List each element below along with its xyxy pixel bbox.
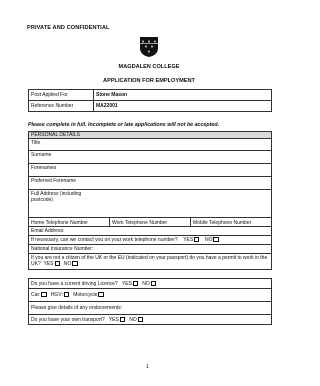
transport-question: Do you have your own transport? — [31, 316, 105, 323]
title-field[interactable]: Title — [28, 138, 272, 151]
endorsements-field[interactable]: Please give details of any endorsements: — [28, 301, 272, 315]
mobile-phone-field[interactable]: Mobile Telephone Number — [190, 217, 272, 227]
work-contact-yes-checkbox[interactable] — [194, 237, 200, 243]
vehicle-types-row: Car: HGV: Motorcycle — [28, 288, 272, 302]
work-contact-no-label: NO — [204, 237, 213, 243]
transport-no-checkbox[interactable] — [137, 316, 143, 322]
post-applied-value[interactable]: Stone Mason — [93, 89, 272, 101]
reference-number-label: Reference Number — [28, 100, 94, 112]
preferred-forename-field[interactable]: Preferred Forename — [28, 176, 272, 190]
motorcycle-checkbox[interactable] — [98, 292, 104, 298]
page-number: 1 — [146, 364, 149, 370]
personal-details-heading: PERSONAL DETAILS — [28, 131, 272, 139]
forenames-label: Forenames — [31, 165, 57, 171]
surname-label: Surname — [31, 152, 52, 158]
address-label: Full Address (including postcode) — [31, 191, 82, 203]
email-field[interactable]: Email Address: — [28, 226, 272, 236]
licence-no-checkbox[interactable] — [150, 280, 156, 286]
form-title: APPLICATION FOR EMPLOYMENT — [103, 78, 195, 84]
work-permit-no-label: NO — [63, 261, 72, 267]
work-contact-yes-label: YES — [183, 237, 194, 243]
car-checkbox[interactable] — [41, 292, 47, 298]
hgv-label: HGV: — [50, 292, 63, 298]
work-permit-yes-checkbox[interactable] — [54, 261, 60, 267]
college-crest-logo — [140, 37, 158, 57]
work-phone-label: Work Telephone Number — [112, 220, 168, 226]
hgv-checkbox[interactable] — [63, 292, 70, 298]
home-phone-field[interactable]: Home Telephone Number — [28, 217, 110, 227]
home-phone-label: Home Telephone Number — [31, 220, 88, 226]
completion-note: Please complete in full. Incomplete or l… — [28, 122, 220, 128]
ni-number-field[interactable]: National Insurance Number: — [28, 244, 272, 254]
driving-table: Do you have a current driving Licence? Y… — [28, 278, 272, 325]
licence-question: Do you have a current driving Licence? — [31, 280, 118, 287]
work-permit-yes-label: YES — [43, 261, 54, 267]
personal-details-table: PERSONAL DETAILS Title Surname Forenames… — [28, 131, 272, 270]
licence-yes-checkbox[interactable] — [132, 280, 139, 286]
work-contact-row: If necessary, can we contact you on your… — [28, 235, 272, 245]
licence-yes-label: YES — [121, 280, 132, 287]
title-label: Title — [31, 140, 41, 146]
address-field[interactable]: Full Address (including postcode) — [28, 189, 272, 218]
licence-row: Do you have a current driving Licence? Y… — [28, 278, 272, 289]
preferred-forename-label: Preferred Forename — [31, 178, 77, 184]
mobile-phone-label: Mobile Telephone Number — [193, 220, 252, 226]
post-table: Post Applied For Stone Mason Reference N… — [28, 89, 272, 112]
post-applied-label: Post Applied For — [28, 89, 94, 101]
reference-number-value[interactable]: MA22001 — [93, 100, 272, 112]
college-name: MAGDALEN COLLEGE — [118, 64, 180, 70]
transport-yes-label: YES — [108, 316, 119, 323]
forenames-field[interactable]: Forenames — [28, 163, 272, 177]
ni-number-label: National Insurance Number: — [31, 246, 94, 252]
confidential-heading: PRIVATE AND CONFIDENTIAL — [27, 25, 110, 31]
transport-row: Do you have your own transport? YES NO — [28, 314, 272, 325]
car-label: Car: — [31, 292, 41, 298]
work-permit-row: If you are not a citizen of the UK or th… — [28, 253, 272, 270]
work-contact-no-checkbox[interactable] — [213, 237, 219, 243]
transport-no-label: NO — [129, 316, 137, 323]
work-contact-question: If necessary, can we contact you on your… — [31, 237, 178, 243]
endorsements-label: Please give details of any endorsements: — [31, 305, 123, 311]
licence-no-label: NO — [142, 280, 150, 287]
email-label: Email Address: — [31, 228, 65, 234]
motorcycle-label: Motorcycle — [73, 292, 98, 298]
work-permit-no-checkbox[interactable] — [72, 261, 78, 267]
surname-field[interactable]: Surname — [28, 150, 272, 164]
transport-yes-checkbox[interactable] — [119, 316, 126, 322]
work-phone-field[interactable]: Work Telephone Number — [109, 217, 191, 227]
